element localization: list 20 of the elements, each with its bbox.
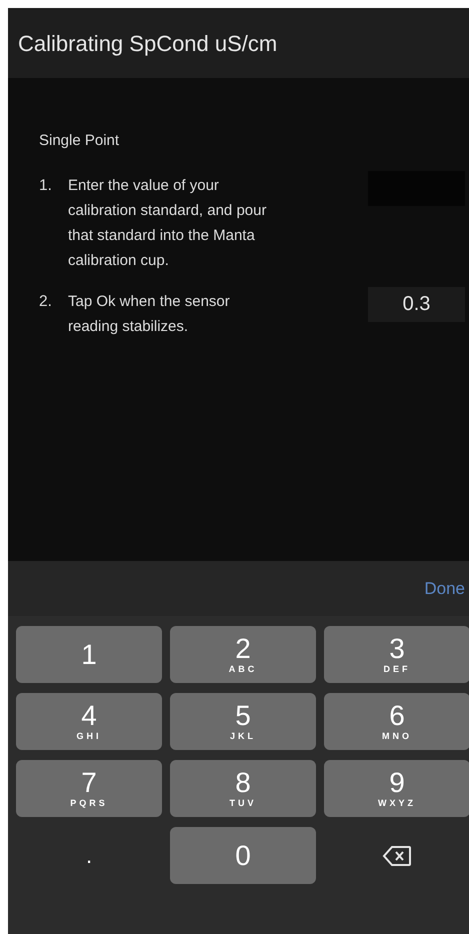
keypad-key[interactable]: 8 TUV	[170, 760, 316, 817]
keypad-key[interactable]: 2 ABC	[170, 626, 316, 683]
step-text: Tap Ok when the sensor reading stabilizes.	[68, 292, 231, 336]
keypad-key[interactable]: 9 WXYZ	[324, 760, 469, 817]
decimal-point-key[interactable]: .	[16, 827, 162, 884]
keypad-key[interactable]: 5 JKL	[170, 693, 316, 750]
keypad-key[interactable]: 1	[16, 626, 162, 683]
header-title: Calibrating SpCond uS/cm	[18, 30, 278, 58]
keypad-key[interactable]: 3 DEF	[324, 626, 469, 683]
sensor-reading: 0.3	[368, 286, 465, 322]
step-number: 2.	[39, 292, 53, 312]
keypad-key[interactable]: 7 PQRS	[16, 760, 162, 817]
keypad-key[interactable]: 4 GHI	[16, 693, 162, 750]
backspace-icon[interactable]	[382, 844, 412, 866]
done-button[interactable]: Done	[424, 576, 465, 602]
section-title: Single Point	[39, 131, 120, 151]
step-text: Enter the value of your calibration standard, and pour that standard into the Manta calibration cup.	[68, 176, 268, 270]
keypad-key[interactable]: 0	[170, 827, 316, 884]
keypad-key[interactable]: 6 MNO	[324, 693, 469, 750]
step-number: 1.	[39, 176, 53, 196]
